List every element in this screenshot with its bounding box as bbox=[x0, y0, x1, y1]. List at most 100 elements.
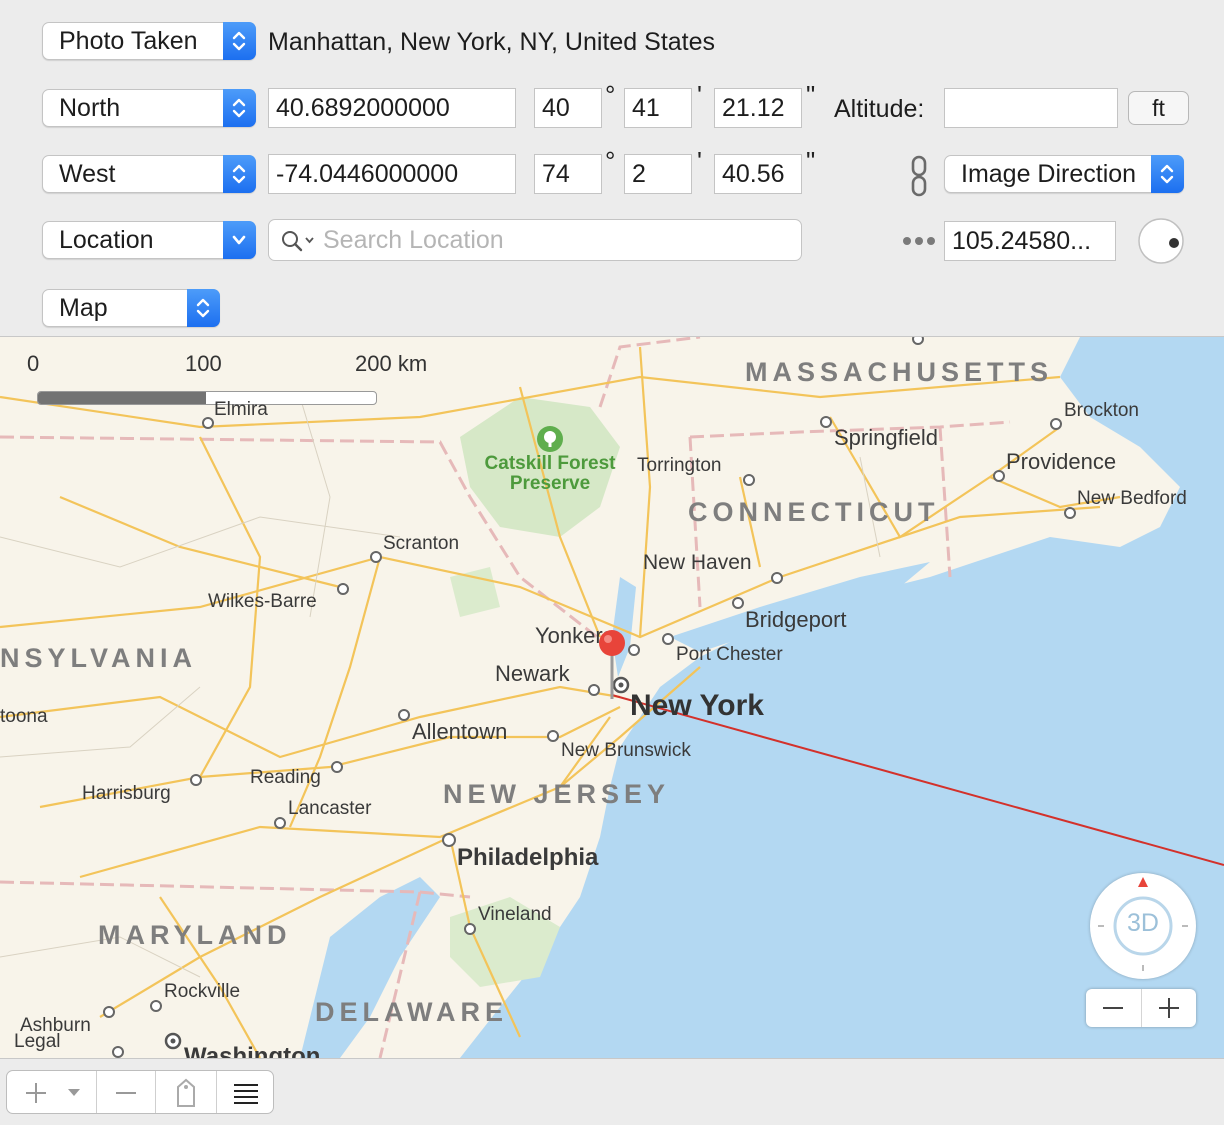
city-label: Springfield bbox=[834, 425, 938, 450]
latitude-decimal-field[interactable]: 40.6892000000 bbox=[268, 88, 516, 128]
map-view[interactable]: 0 100 200 km MASSACHUSETTS CONNECTICUT N… bbox=[0, 337, 1224, 1058]
direction-dial-knob[interactable] bbox=[1136, 216, 1186, 266]
city-label: New Bedford bbox=[1077, 488, 1187, 509]
updown-chevron-icon bbox=[232, 164, 246, 184]
longitude-hemisphere-label: West bbox=[59, 160, 116, 188]
zoom-out-button[interactable] bbox=[1086, 989, 1142, 1027]
park-tree-icon bbox=[537, 426, 563, 452]
dropdown-triangle-icon bbox=[68, 1089, 80, 1096]
city-label: Allentown bbox=[412, 719, 508, 744]
state-label: MARYLAND bbox=[98, 920, 292, 950]
city-label: Torrington bbox=[637, 455, 722, 476]
search-icon bbox=[282, 231, 314, 252]
location-name: Manhattan, New York, NY, United States bbox=[268, 28, 716, 56]
longitude-hemisphere-popup[interactable]: West bbox=[42, 155, 256, 193]
city-label: Reading bbox=[250, 767, 321, 788]
second-symbol: " bbox=[806, 80, 816, 110]
updown-chevron-icon bbox=[232, 98, 246, 118]
altitude-unit-button[interactable]: ft bbox=[1128, 91, 1189, 125]
longitude-minutes-field[interactable]: 2 bbox=[624, 154, 692, 194]
city-label: Bridgeport bbox=[745, 607, 847, 632]
altitude-label: Altitude: bbox=[834, 95, 925, 123]
city-label: Scranton bbox=[383, 533, 460, 554]
direction-degrees-field[interactable]: 105.24580... bbox=[944, 221, 1116, 261]
park-label: Catskill Forest Preserve bbox=[484, 453, 616, 494]
delaware-bay bbox=[300, 877, 440, 1058]
city-label: Philadelphia bbox=[457, 844, 599, 871]
latitude-minutes-field[interactable]: 41 bbox=[624, 88, 692, 128]
toolbar-segmented-control bbox=[6, 1070, 274, 1114]
bottom-toolbar bbox=[0, 1058, 1224, 1125]
link-chain-icon[interactable] bbox=[908, 154, 930, 198]
zoom-in-button[interactable] bbox=[1142, 989, 1197, 1027]
plus-icon bbox=[26, 1083, 46, 1103]
location-mode-label: Location bbox=[59, 226, 154, 254]
city-label: Legal bbox=[14, 1031, 61, 1052]
city-label: Port Chester bbox=[676, 644, 783, 665]
latitude-seconds-field[interactable]: 21.12 bbox=[714, 88, 802, 128]
state-label: MASSACHUSETTS bbox=[745, 357, 1054, 387]
date-source-label: Photo Taken bbox=[59, 27, 198, 55]
tag-icon bbox=[177, 1078, 196, 1107]
city-label: New Haven bbox=[643, 551, 752, 574]
city-label: Lancaster bbox=[288, 798, 372, 819]
scale-label-0: 0 bbox=[27, 351, 40, 376]
map-type-label: Map bbox=[59, 294, 108, 322]
search-placeholder: Search Location bbox=[323, 226, 504, 254]
minute-symbol: ' bbox=[697, 146, 702, 176]
degree-symbol: ° bbox=[605, 80, 616, 110]
city-label: Elmira bbox=[214, 399, 268, 420]
city-label: Harrisburg bbox=[82, 783, 171, 804]
longitude-seconds-field[interactable]: 40.56 bbox=[714, 154, 802, 194]
list-icon bbox=[233, 1084, 258, 1104]
state-label: NSYLVANIA bbox=[0, 643, 198, 673]
location-mode-popup[interactable]: Location bbox=[42, 221, 256, 259]
city-label: Providence bbox=[1006, 449, 1117, 474]
chevron-down-icon bbox=[232, 235, 246, 245]
tag-button[interactable] bbox=[156, 1071, 217, 1113]
map-type-popup[interactable]: Map bbox=[42, 289, 220, 327]
major-city-label: New York bbox=[630, 689, 764, 722]
city-label: Rockville bbox=[164, 981, 241, 1002]
gps-info-panel: Photo Taken Manhattan, New York, NY, Uni… bbox=[0, 0, 1224, 337]
city-label: New Brunswick bbox=[561, 740, 691, 761]
second-symbol: " bbox=[806, 146, 816, 176]
state-label: NEW JERSEY bbox=[443, 779, 671, 809]
altitude-field[interactable] bbox=[944, 88, 1118, 128]
state-label: DELAWARE bbox=[315, 997, 509, 1027]
scale-label-200: 200 km bbox=[355, 351, 428, 376]
latitude-hemisphere-popup[interactable]: North bbox=[42, 89, 256, 127]
zoom-controls bbox=[1086, 989, 1196, 1027]
minus-icon bbox=[1103, 1007, 1123, 1009]
longitude-decimal-field[interactable]: -74.0446000000 bbox=[268, 154, 516, 194]
updown-chevron-icon bbox=[196, 298, 210, 318]
3d-toggle-button[interactable]: 3D bbox=[1090, 909, 1196, 938]
location-pin-icon[interactable] bbox=[596, 627, 630, 707]
city-label: toona bbox=[0, 706, 48, 727]
list-view-button[interactable] bbox=[217, 1071, 273, 1113]
city-label: Brockton bbox=[1064, 400, 1139, 421]
scale-bar bbox=[37, 391, 377, 405]
latitude-hemisphere-label: North bbox=[59, 94, 121, 122]
compass-control[interactable]: 3D bbox=[1090, 873, 1196, 979]
city-label: Wilkes-Barre bbox=[208, 591, 317, 612]
longitude-degrees-field[interactable]: 74 bbox=[534, 154, 602, 194]
updown-chevron-icon bbox=[232, 31, 246, 51]
direction-reference-label: Image Direction bbox=[961, 160, 1137, 188]
plus-icon bbox=[1158, 998, 1179, 1018]
remove-button[interactable] bbox=[97, 1071, 157, 1113]
add-button[interactable] bbox=[7, 1071, 97, 1113]
location-search-input[interactable]: Search Location bbox=[268, 219, 802, 261]
latitude-degrees-field[interactable]: 40 bbox=[534, 88, 602, 128]
minute-symbol: ' bbox=[697, 80, 702, 110]
direction-reference-popup[interactable]: Image Direction bbox=[944, 155, 1184, 193]
city-label: Newark bbox=[495, 661, 570, 686]
more-dots-icon[interactable] bbox=[902, 236, 936, 246]
minus-icon bbox=[115, 1092, 136, 1094]
scale-label-100: 100 bbox=[185, 351, 222, 376]
city-label: Washington bbox=[184, 1043, 321, 1058]
state-label: CONNECTICUT bbox=[688, 497, 940, 527]
date-source-popup[interactable]: Photo Taken bbox=[42, 22, 256, 60]
degree-symbol: ° bbox=[605, 146, 616, 176]
updown-chevron-icon bbox=[1160, 164, 1174, 184]
